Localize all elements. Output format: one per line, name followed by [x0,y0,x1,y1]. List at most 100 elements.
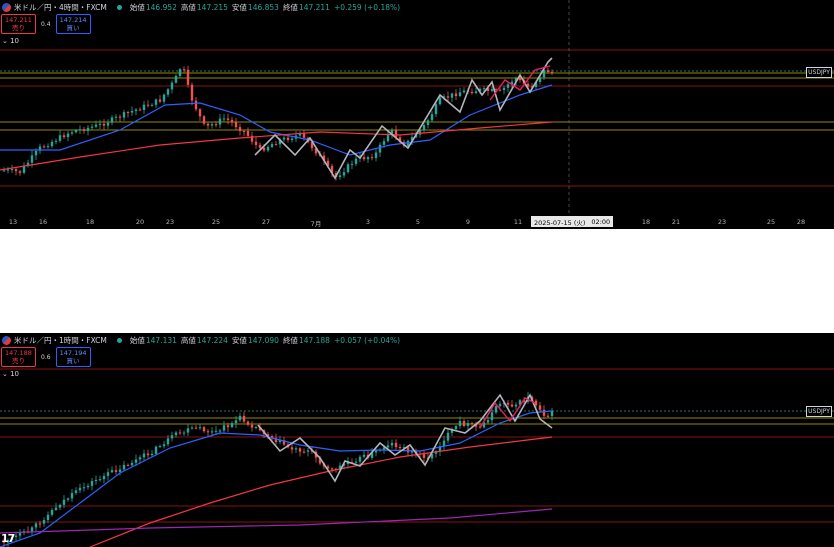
candle-body [74,130,78,133]
candle-body [230,423,234,428]
zigzag-line [254,57,553,180]
candle-body [222,118,226,120]
time-axis-label: 23 [165,218,175,226]
candle-body [210,124,214,126]
candle-body [242,415,246,422]
time-axis-label: 28 [796,218,806,226]
candle-body [258,144,262,148]
time-axis-label: 7月 [310,220,322,228]
symbol-title[interactable]: 米ドル／円・1時間・FXCM [14,335,107,346]
indicator-toggle[interactable]: ⌄ 10 [2,37,19,45]
candle-body [490,89,494,91]
sell-button[interactable]: 147.211 売り [1,14,36,34]
candle-body [34,523,38,528]
candle-body [250,424,254,428]
candle-body [146,453,150,456]
candle-body [130,462,134,466]
candle-body [70,492,74,499]
candle-body [162,94,166,102]
candle-body [150,453,154,456]
tradingview-logo[interactable]: 17 [1,532,15,545]
candle-body [362,454,366,457]
candle-body [218,118,222,125]
candle-body [302,451,306,453]
candle-body [174,432,178,436]
candle-body [62,499,66,505]
chart-panel-1h[interactable]: 米ドル／円・1時間・FXCM 始値 147.131 高値 147.224 安値 147… [0,333,834,547]
ohlc-low-label: 安値 [231,335,247,345]
trade-buttons: 147.188 売り 0.6 147.194 買い [1,347,91,367]
buy-price: 147.214 [59,16,87,24]
candle-body [102,123,106,126]
candle-body [190,84,194,101]
sell-price: 147.188 [5,349,32,357]
candle-body [114,116,118,118]
chart-panel-4h[interactable]: 米ドル／円・4時間・FXCM 始値 146.952 高値 147.215 安値 146… [0,0,834,229]
candle-body [482,88,486,90]
candle-body [494,406,498,413]
candle-body [154,99,158,105]
candle-body [470,423,474,425]
market-status-icon [116,4,122,10]
candle-body [234,420,238,424]
candle-body [254,427,258,429]
candle-body [362,157,366,160]
spread-value: 0.4 [41,20,51,28]
candle-body [294,448,298,450]
candle-body [346,164,350,173]
crosshair-time-label: 2025-07-15 (火) 02:00 [531,216,614,227]
candle-body [190,427,194,429]
candle-body [46,514,50,521]
candle-body [22,165,26,173]
candle-body [290,138,294,141]
ohlc-high-value: 147.224 [196,335,228,345]
candle-body [406,447,410,453]
buy-button[interactable]: 147.194 買い [55,347,91,367]
candle-body [546,415,550,417]
candle-body [130,110,134,113]
candle-body [386,445,390,448]
candle-body [454,426,458,430]
candle-body [118,469,122,472]
candle-body [98,123,102,125]
candle-body [286,137,290,141]
chart-canvas-4h[interactable] [0,0,834,229]
time-axis[interactable]: 13 16 18 20 23 25 27 7月 3 5 9 11 18 21 23 25 28 [0,216,834,229]
candle-body [498,89,502,91]
candle-body [82,487,86,489]
candle-body [298,448,302,452]
candle-body [486,420,490,423]
time-axis-label: 13 [8,218,18,226]
symbol-title[interactable]: 米ドル／円・4時間・FXCM [14,2,107,13]
time-axis-label: 9 [465,218,471,226]
price-axis-tag: USDJPY [806,406,832,417]
candle-body [202,116,206,124]
ohlc-high-label: 高値 [180,335,196,345]
time-axis-label: 18 [641,218,651,226]
ohlc-open-value: 147.131 [145,335,177,345]
candle-body [422,125,426,130]
chart-canvas-1h[interactable] [0,333,834,547]
long-ma-line [0,508,553,534]
candle-body [82,129,86,132]
candle-body [446,432,450,441]
candle-body [542,409,546,416]
candle-body [18,533,22,536]
candle-body [62,135,66,138]
candle-body [66,133,70,138]
buy-button[interactable]: 147.214 買い [55,14,91,34]
candle-body [58,135,62,141]
sell-button[interactable]: 147.188 売り [1,347,36,367]
time-axis-label: 18 [85,218,95,226]
candle-body [374,152,378,159]
time-axis-label: 20 [135,218,145,226]
candle-body [446,96,450,98]
time-axis-label: 27 [261,218,271,226]
candle-body [166,89,170,95]
price-axis-tag: USDJPY [806,67,832,78]
ohlc-low-value: 147.090 [247,335,279,345]
candle-body [234,122,238,128]
indicator-toggle[interactable]: ⌄ 10 [2,370,19,378]
candle-body [262,147,266,151]
candle-body [358,456,362,462]
